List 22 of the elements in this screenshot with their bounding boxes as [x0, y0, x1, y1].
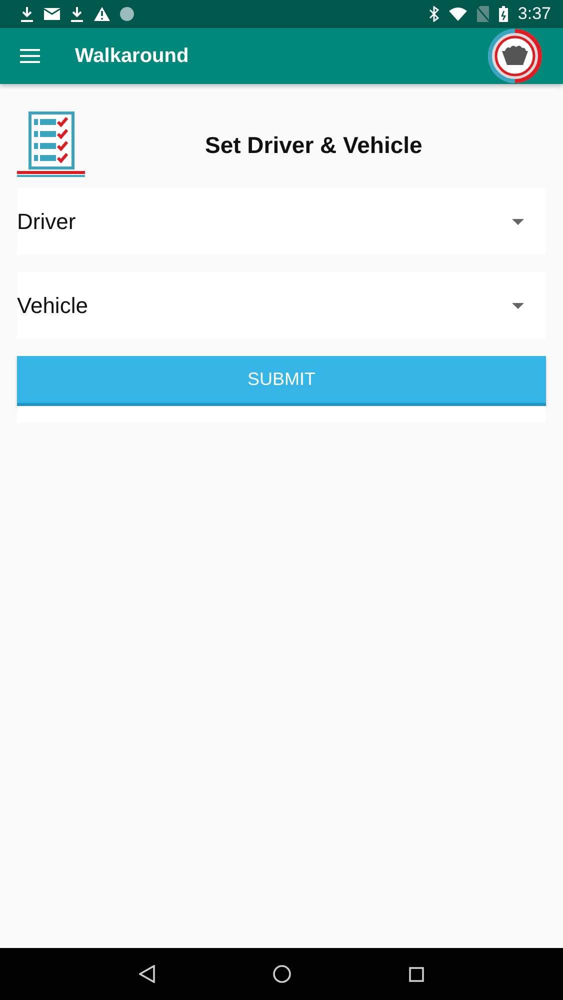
menu-icon[interactable]: [20, 49, 40, 63]
no-sim-icon: [476, 6, 489, 22]
download-icon: [70, 6, 84, 22]
circle-icon: [120, 7, 134, 21]
back-icon[interactable]: [139, 965, 155, 983]
dropdown-field[interactable]: Vehicle: [17, 272, 546, 339]
skip-logo-icon: [487, 28, 543, 84]
app-title: Walkaround: [75, 44, 189, 68]
download-icon: [20, 6, 34, 22]
status-time: 3:37: [518, 4, 551, 24]
checklist-icon: [17, 111, 85, 179]
caret-icon: [512, 302, 524, 308]
bluetooth-icon: [428, 6, 439, 22]
dropdown-field[interactable]: Driver: [17, 188, 546, 255]
mail-icon: [44, 8, 60, 20]
page-heading: Set Driver & Vehicle: [205, 132, 422, 158]
battery-icon: [498, 6, 508, 22]
recents-icon[interactable]: [409, 966, 424, 982]
home-icon[interactable]: [273, 965, 291, 983]
caret-icon: [512, 218, 524, 224]
wifi-icon: [448, 7, 467, 21]
warning-icon: [94, 7, 110, 21]
